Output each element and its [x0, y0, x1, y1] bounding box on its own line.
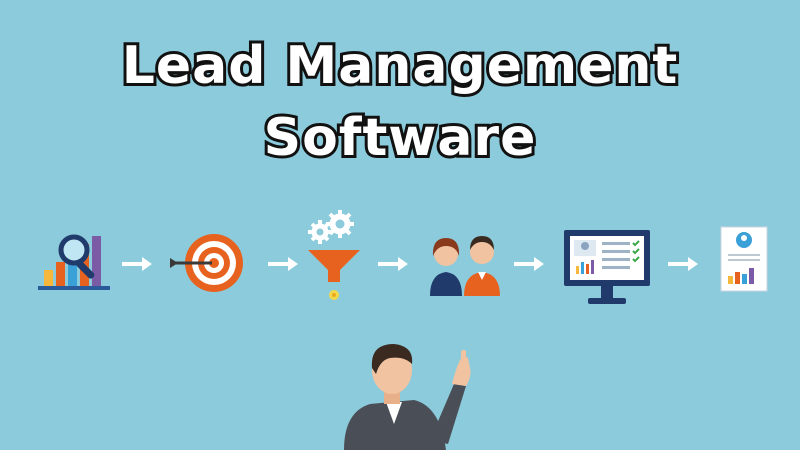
- people-icon: [426, 228, 502, 298]
- right-arrow-icon: [378, 256, 410, 272]
- monitor-dashboard-icon: [562, 228, 652, 310]
- right-arrow-icon: [668, 256, 700, 272]
- page-title-line-1: Lead Management: [119, 33, 681, 99]
- page-title-line-2: Software: [261, 105, 539, 171]
- analytics-magnifier-icon: [38, 232, 118, 292]
- report-document-icon: [720, 226, 768, 292]
- right-arrow-icon: [122, 256, 154, 272]
- right-arrow-icon: [268, 256, 300, 272]
- pointing-businessman: [330, 340, 490, 450]
- target-arrow-icon: [168, 232, 250, 294]
- right-arrow-icon: [514, 256, 546, 272]
- gear-funnel-icon: [304, 210, 368, 305]
